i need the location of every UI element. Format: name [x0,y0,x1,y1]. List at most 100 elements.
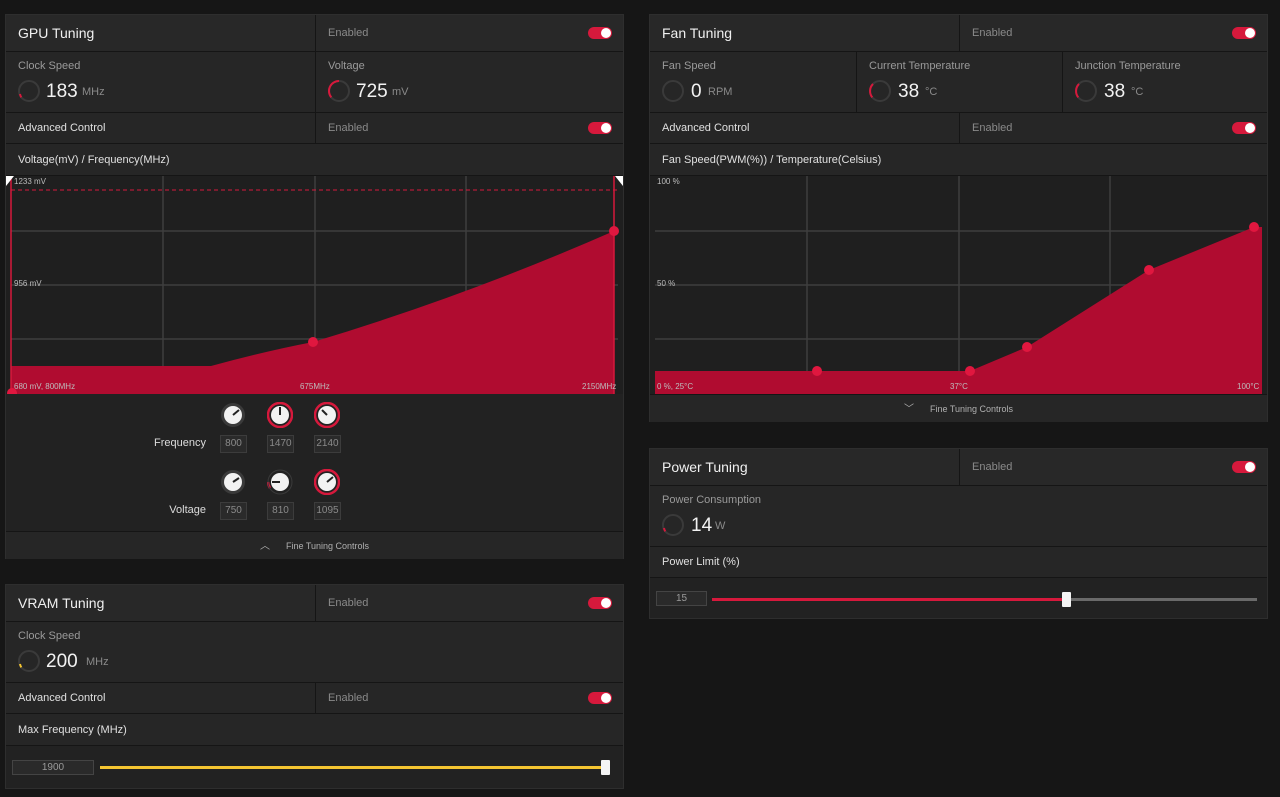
fan-cur-temp-unit: °C [925,86,938,98]
fan-curve [655,176,1262,394]
fan-junc-temp-value: 38 [1104,81,1126,102]
gpu-vf-curve [6,176,623,398]
gpu-advanced-toggle[interactable] [588,122,612,134]
fan-advanced-enabled-label: Enabled [972,122,1013,134]
gpu-chart-label-top: 1233 mV [14,177,47,186]
vram-max-freq-slider-thumb[interactable] [601,760,610,775]
frequency-value-3[interactable]: 2140 [314,435,341,453]
power-tuning-header: Power Tuning Enabled [650,449,1267,486]
vram-clock-label: Clock Speed [18,630,81,642]
gpu-advanced-label: Advanced Control [18,122,106,134]
fan-fine-tuning-bar[interactable]: ﹀ Fine Tuning Controls [650,394,1267,422]
vram-clock-gauge-icon [18,650,40,672]
power-consumption-label: Power Consumption [662,494,762,506]
fan-tuning-enabled-cell: Enabled [959,15,1267,51]
fan-curve-chart[interactable]: 100 % 50 % 0 %, 25°C 37°C 100°C [650,176,1267,394]
gpu-clock-value: 183 [46,81,78,102]
gpu-tuning-toggle[interactable] [588,27,612,39]
vram-advanced-row: Advanced Control Enabled [6,683,623,714]
vram-tuning-toggle[interactable] [588,597,612,609]
voltage-knob-3[interactable] [314,469,340,495]
vram-tuning-header: VRAM Tuning Enabled [6,585,623,622]
fan-junc-temp-label: Junction Temperature [1075,60,1181,72]
gpu-fine-tuning-label: Fine Tuning Controls [285,541,370,551]
frequency-knob-3[interactable] [314,402,340,428]
gpu-advanced-enabled-label: Enabled [328,122,369,134]
voltage-value-2[interactable]: 810 [267,502,294,520]
fan-chart-label-top: 100 % [657,177,680,186]
gpu-chart-label-bottom-right: 2150MHz [582,382,617,391]
gpu-vf-chart[interactable]: 1233 mV 956 mV 680 mV, 800MHz 675MHz 215… [6,176,623,398]
fan-cur-temp-cell: Current Temperature 38 °C [856,52,1062,112]
gpu-metrics-row: Clock Speed 183 MHz Voltage 725 mV [6,52,623,113]
gpu-fine-tuning-bar[interactable]: ︿ Fine Tuning Controls [6,531,623,559]
vram-max-freq-input[interactable]: 1900 [12,760,94,775]
fan-tuning-toggle[interactable] [1232,27,1256,39]
fan-tuning-enabled-label: Enabled [972,27,1013,39]
voltage-knob-2[interactable] [267,469,293,495]
vram-metrics-row: Clock Speed 200 MHz [6,622,623,683]
fan-advanced-enabled-cell: Enabled [959,113,1267,143]
vram-tuning-title: VRAM Tuning [18,595,105,611]
voltage-value-3[interactable]: 1095 [314,502,341,520]
fan-curve-point-5 [1249,222,1259,232]
power-limit-slider-thumb[interactable] [1062,592,1071,607]
fan-chart-label-mid: 50 % [657,279,676,288]
gpu-clock-label: Clock Speed [18,60,81,72]
power-tuning-title: Power Tuning [662,459,748,475]
cur-temp-gauge-icon [869,80,891,102]
gpu-tuning-enabled-cell: Enabled [315,15,623,51]
frequency-value-2[interactable]: 1470 [267,435,294,453]
vram-tuning-enabled-cell: Enabled [315,585,623,621]
power-tuning-toggle[interactable] [1232,461,1256,473]
fan-advanced-toggle[interactable] [1232,122,1256,134]
gpu-chart-label-bottom-mid: 675MHz [300,382,330,391]
gpu-tuning-title: GPU Tuning [18,25,95,41]
junc-temp-gauge-icon [1075,80,1097,102]
fan-metrics-row: Fan Speed 0 RPM Current Temperature 38 °… [650,52,1267,113]
frequency-knob-1[interactable] [220,402,246,428]
vram-advanced-enabled-cell: Enabled [315,683,623,713]
vram-clock-unit: MHz [86,656,109,668]
power-tuning-enabled-label: Enabled [972,461,1013,473]
gpu-clock-gauge-icon [18,80,40,102]
fan-chart-title: Fan Speed(PWM(%)) / Temperature(Celsius) [662,154,882,166]
power-tuning-panel: Power Tuning Enabled Power Consumption 1… [649,448,1268,619]
fan-junc-temp-unit: °C [1131,86,1144,98]
chevron-up-icon: ︿ [259,541,270,552]
voltage-value-1[interactable]: 750 [220,502,247,520]
fan-curve-point-4 [1144,265,1154,275]
power-limit-input[interactable]: 15 [656,591,707,606]
fan-speed-value: 0 [691,81,702,102]
gpu-clock-unit: MHz [82,86,105,98]
gpu-chart-label-mid: 956 mV [14,279,42,288]
chevron-down-icon: ﹀ [903,404,914,415]
frequency-value-1[interactable]: 800 [220,435,247,453]
vram-max-freq-fill [100,766,610,769]
fan-chart-label-bottom-mid: 37°C [950,382,968,391]
gpu-tuning-enabled-label: Enabled [328,27,369,39]
gpu-advanced-row: Advanced Control Enabled [6,113,623,144]
power-consumption-gauge-icon [662,514,684,536]
power-limit-fill [712,598,1066,601]
voltage-knob-1[interactable] [220,469,246,495]
power-tuning-enabled-cell: Enabled [959,449,1267,485]
vram-advanced-toggle[interactable] [588,692,612,704]
fan-tuning-title: Fan Tuning [662,25,733,41]
vram-advanced-label: Advanced Control [18,692,106,704]
gpu-voltage-label: Voltage [328,60,365,72]
fan-cur-temp-value: 38 [898,81,920,102]
vram-tuning-enabled-label: Enabled [328,597,369,609]
gpu-voltage-cell: Voltage 725 mV [315,52,623,112]
fan-advanced-row: Advanced Control Enabled [650,113,1267,144]
frequency-knob-2[interactable] [267,402,293,428]
fan-cur-temp-label: Current Temperature [869,60,971,72]
fan-fine-tuning-label: Fine Tuning Controls [929,404,1014,414]
fan-chart-label-bottom-right: 100°C [1237,382,1260,391]
gpu-vf-point-3 [609,226,619,236]
fan-chart-title-row: Fan Speed(PWM(%)) / Temperature(Celsius) [650,144,1267,176]
vram-tuning-panel: VRAM Tuning Enabled Clock Speed 200 MHz … [5,584,624,789]
gpu-chart-title-row: Voltage(mV) / Frequency(MHz) [6,144,623,176]
vram-max-freq-label: Max Frequency (MHz) [18,724,127,736]
power-limit-label: Power Limit (%) [662,556,740,568]
